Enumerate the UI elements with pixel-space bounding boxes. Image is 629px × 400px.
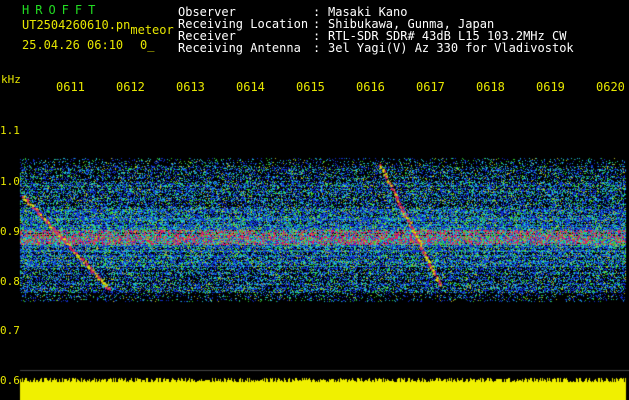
info-label: Receiving Antenna: [178, 41, 301, 55]
x-tick: 0618: [476, 80, 505, 94]
y-tick: 0.7: [0, 324, 20, 337]
app-title: HROFFT: [22, 3, 102, 17]
date-time: 25.04.26 06:10: [22, 38, 124, 52]
x-tick: 0614: [236, 80, 265, 94]
extra-indicator: 0_: [140, 38, 155, 52]
spectrogram-canvas: [0, 0, 629, 400]
y-tick: 1.0: [0, 175, 20, 188]
x-tick: 0611: [56, 80, 85, 94]
file-name-text: UT2504260610.pn: [22, 18, 131, 32]
y-tick: 0.9: [0, 225, 20, 238]
x-tick: 0613: [176, 80, 205, 94]
x-tick: 0619: [536, 80, 565, 94]
info-sep: :: [313, 41, 321, 55]
info-value: 3el Yagi(V) Az 330 for Vladivostok: [328, 41, 574, 55]
axis-unit: kHz: [1, 73, 21, 86]
file-tag: meteor: [130, 23, 174, 37]
file-name: UT2504260610.pnmeteor: [22, 18, 174, 36]
x-tick: 0616: [356, 80, 385, 94]
y-tick: 0.6: [0, 374, 20, 387]
y-tick: 1.1: [0, 124, 20, 137]
x-tick: 0617: [416, 80, 445, 94]
info-antenna: Receiving Antenna: [178, 42, 301, 54]
y-tick: 0.8: [0, 275, 20, 288]
x-tick: 0615: [296, 80, 325, 94]
x-tick: 0612: [116, 80, 145, 94]
x-tick: 0620: [596, 80, 625, 94]
